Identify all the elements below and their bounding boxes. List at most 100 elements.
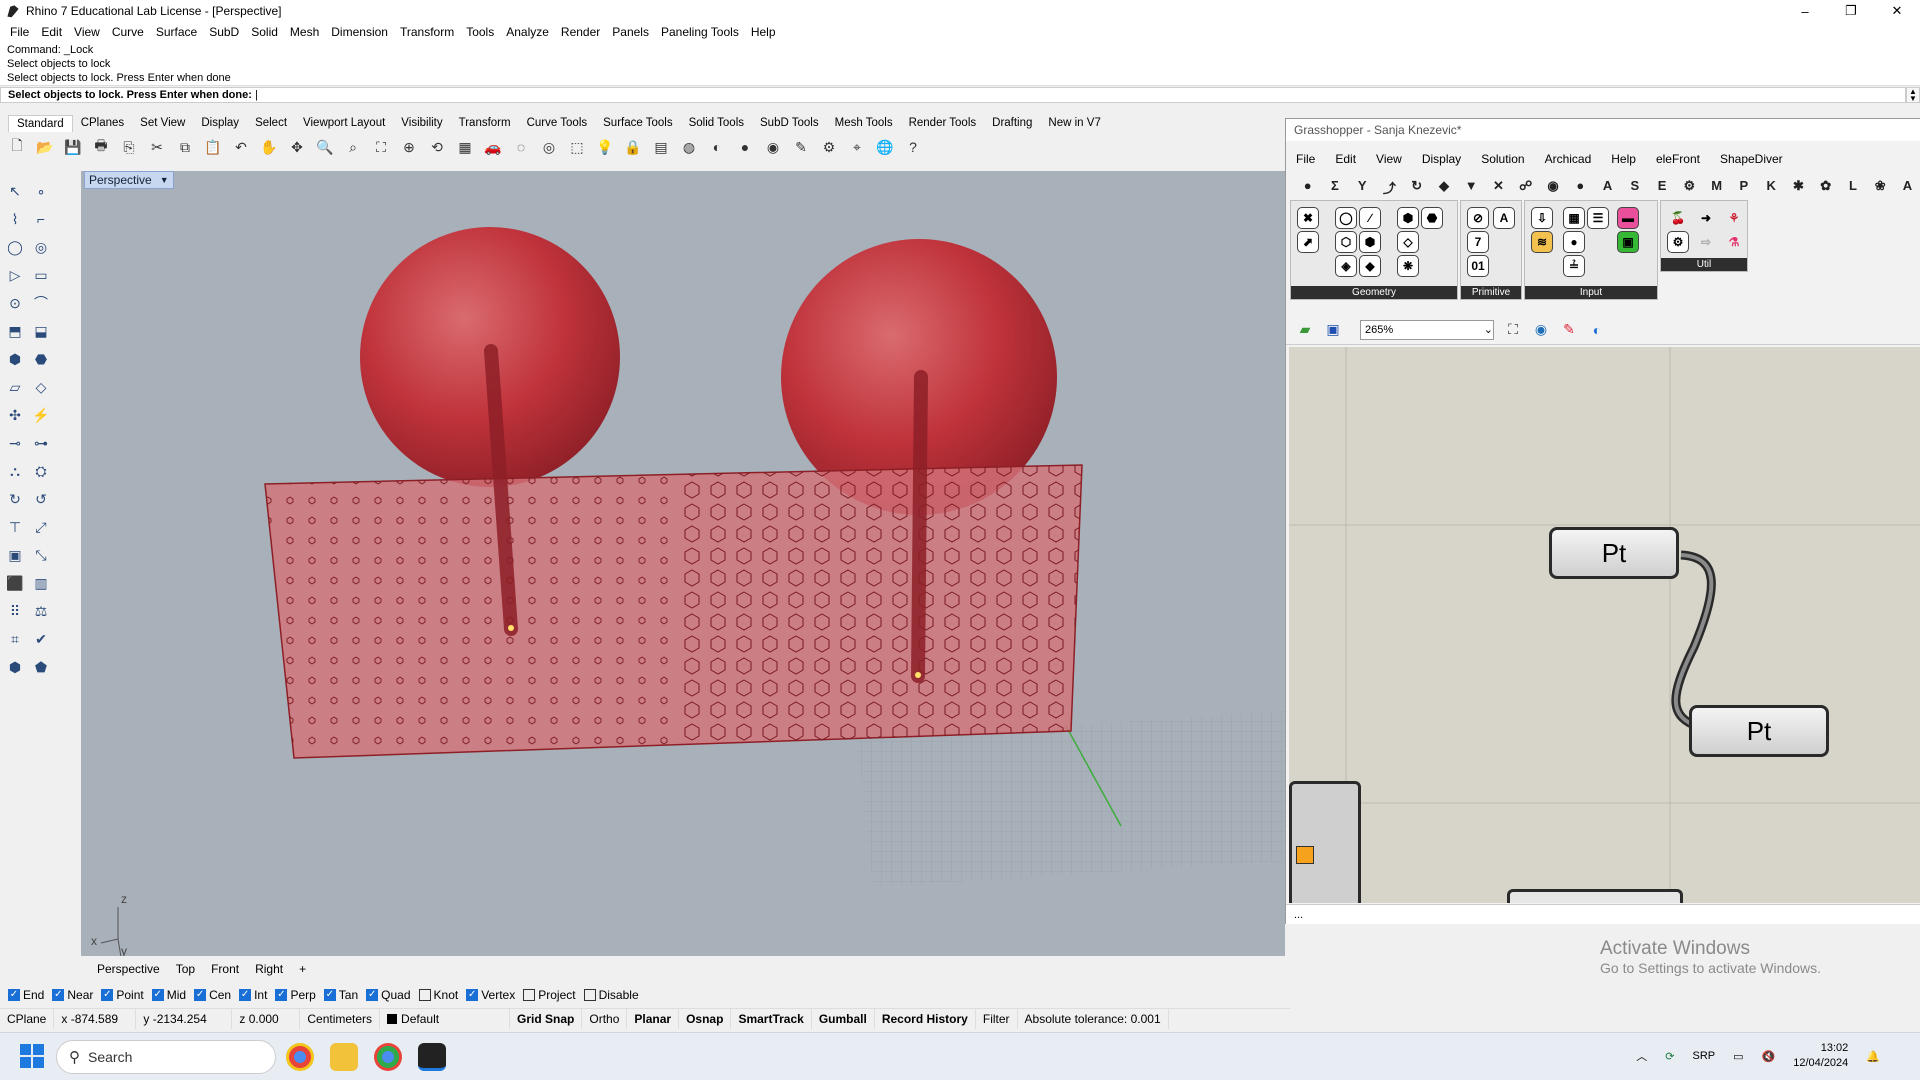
calculator-component-icon[interactable]: ▦ (1563, 207, 1585, 229)
gh-menu-solution[interactable]: Solution (1481, 152, 1524, 170)
loft-icon[interactable]: ◇ (30, 376, 52, 398)
cplane-label[interactable]: CPlane (0, 1008, 55, 1029)
osnap-checkbox[interactable]: ✓ (466, 989, 479, 1001)
tool-icon[interactable]: ✎ (790, 136, 812, 158)
gh-tab[interactable]: ❀ (1867, 178, 1894, 196)
select-icon[interactable]: ⬚ (566, 136, 588, 158)
block-icon[interactable]: ▥ (30, 572, 52, 594)
osnap-perp[interactable]: ✓ Perp (275, 988, 316, 1002)
toolbar-tab-viewport-layout[interactable]: Viewport Layout (295, 117, 393, 129)
gh-tab[interactable]: ✿ (1812, 178, 1839, 196)
curve-icon[interactable]: ⌐ (30, 208, 52, 230)
geometry-component-icon[interactable]: ✖ (1297, 207, 1319, 229)
boolean-component-icon[interactable]: ⊘ (1467, 207, 1489, 229)
open-file-icon[interactable]: ▰ (1294, 319, 1316, 341)
menu-item-paneling-tools[interactable]: Paneling Tools (655, 25, 745, 39)
snap-icon[interactable]: ⌗ (4, 628, 26, 650)
gh-tab[interactable]: ↻ (1403, 178, 1430, 196)
notification-bell-icon[interactable]: 🔔 (1866, 1050, 1880, 1063)
scale-icon[interactable]: ⤢ (30, 516, 52, 538)
gh-tab[interactable]: M (1703, 178, 1730, 196)
close-button[interactable]: ✕ (1874, 0, 1920, 22)
osnap-knot[interactable]: Knot (418, 988, 458, 1002)
zoom-selected-icon[interactable]: ⊕ (398, 136, 420, 158)
material-icon[interactable]: ● (734, 136, 756, 158)
toolbar-tab-render-tools[interactable]: Render Tools (901, 117, 985, 129)
toolbar-tab-cplanes[interactable]: CPlanes (73, 117, 132, 129)
gh-menu-archicad[interactable]: Archicad (1545, 152, 1592, 170)
slider-component-icon[interactable]: ≟ (1563, 255, 1585, 277)
dimension-icon[interactable]: ⊤ (4, 516, 26, 538)
osnap-checkbox[interactable] (418, 989, 431, 1001)
osnap-checkbox[interactable]: ✓ (151, 989, 164, 1001)
osnap-checkbox[interactable] (583, 989, 596, 1001)
fillet-icon[interactable]: ⊸ (4, 432, 26, 454)
array-icon[interactable]: ⛬ (4, 460, 26, 482)
file-explorer-icon[interactable] (330, 1043, 358, 1071)
gh-tab[interactable]: L (1839, 178, 1866, 196)
toolbar-tab-standard[interactable]: Standard (8, 114, 73, 132)
gh-tab[interactable]: ⚙ (1676, 178, 1703, 196)
paste-icon[interactable]: 📋 (202, 136, 224, 158)
field-component-icon[interactable]: ◆ (1359, 255, 1381, 277)
analyze-icon[interactable]: ⚖ (30, 600, 52, 622)
light-icon[interactable]: 💡 (594, 136, 616, 158)
gh-tab[interactable]: S (1621, 178, 1648, 196)
knob-component-icon[interactable]: ● (1563, 231, 1585, 253)
plane-icon[interactable]: ▱ (4, 376, 26, 398)
sync-icon[interactable]: ⟳ (1665, 1050, 1674, 1063)
menu-item-solid[interactable]: Solid (245, 25, 284, 39)
offset-icon[interactable]: ⊶ (30, 432, 52, 454)
gh-tab[interactable]: ☍ (1512, 178, 1539, 196)
twisted-box-component-icon[interactable]: ⬣ (1421, 207, 1443, 229)
gh-menu-file[interactable]: File (1296, 152, 1315, 170)
arrow-outline-icon[interactable]: ⇨ (1695, 231, 1717, 253)
polyline-icon[interactable]: ⌇ (4, 208, 26, 230)
box-icon[interactable]: ⬢ (4, 348, 26, 370)
toggle-smarttrack[interactable]: SmartTrack (731, 1008, 812, 1029)
swatch-component-icon[interactable]: ▬ (1617, 207, 1639, 229)
undo-icon[interactable]: ↶ (230, 136, 252, 158)
hide-icon[interactable]: ◌ (510, 136, 532, 158)
mesh-icon[interactable]: ✣ (4, 404, 26, 426)
layer-indicator[interactable]: Default (380, 1008, 511, 1029)
osnap-checkbox[interactable]: ✓ (52, 989, 65, 1001)
four-views-icon[interactable]: ▦ (454, 136, 476, 158)
chrome-profile-icon[interactable] (374, 1043, 402, 1071)
gh-menu-edit[interactable]: Edit (1335, 152, 1356, 170)
shapediver-icon[interactable]: ◐ (1586, 319, 1608, 341)
osnap-checkbox[interactable]: ✓ (194, 989, 207, 1001)
osnap-checkbox[interactable]: ✓ (275, 989, 288, 1001)
brep-component-icon[interactable]: ⬢ (1359, 231, 1381, 253)
check-icon[interactable]: ✔ (30, 628, 52, 650)
menu-item-file[interactable]: File (4, 25, 35, 39)
taskbar-search[interactable]: ⚲ Search (56, 1040, 276, 1074)
box-component-icon[interactable]: ⬢ (1397, 207, 1419, 229)
osnap-disable[interactable]: Disable (583, 988, 639, 1002)
ellipse-icon[interactable]: ◎ (30, 236, 52, 258)
gh-tab[interactable]: ◉ (1539, 178, 1566, 196)
menu-item-subd[interactable]: SubD (203, 25, 245, 39)
osnap-int[interactable]: ✓ Int (239, 988, 267, 1002)
toolbar-tab-set-view[interactable]: Set View (132, 117, 193, 129)
number-component-icon[interactable]: 7 (1467, 231, 1489, 253)
gh-menu-view[interactable]: View (1376, 152, 1402, 170)
zoom-icon[interactable]: 🔍 (314, 136, 336, 158)
osnap-icon[interactable]: ⌖ (846, 136, 868, 158)
render-preview-icon[interactable]: ◐ (706, 136, 728, 158)
circle-icon[interactable]: ◯ (4, 236, 26, 258)
menu-item-view[interactable]: View (68, 25, 106, 39)
gh-tab[interactable]: Σ (1321, 178, 1348, 196)
windows-start-icon[interactable] (20, 1044, 44, 1068)
chevron-down-icon[interactable]: ▼ (160, 175, 169, 185)
preview-eye-icon[interactable]: ◉ (1530, 319, 1552, 341)
osnap-mid[interactable]: ✓ Mid (151, 988, 186, 1002)
toolbar-tab-solid-tools[interactable]: Solid Tools (681, 117, 752, 129)
toolbar-tab-visibility[interactable]: Visibility (393, 117, 450, 129)
toolbar-tab-new-in-v7[interactable]: New in V7 (1040, 117, 1108, 129)
toolbar-tab-display[interactable]: Display (193, 117, 247, 129)
menu-item-surface[interactable]: Surface (150, 25, 203, 39)
language-indicator[interactable]: SRP (1693, 1050, 1716, 1062)
pan-icon[interactable]: ✋ (258, 136, 280, 158)
menu-item-render[interactable]: Render (555, 25, 606, 39)
